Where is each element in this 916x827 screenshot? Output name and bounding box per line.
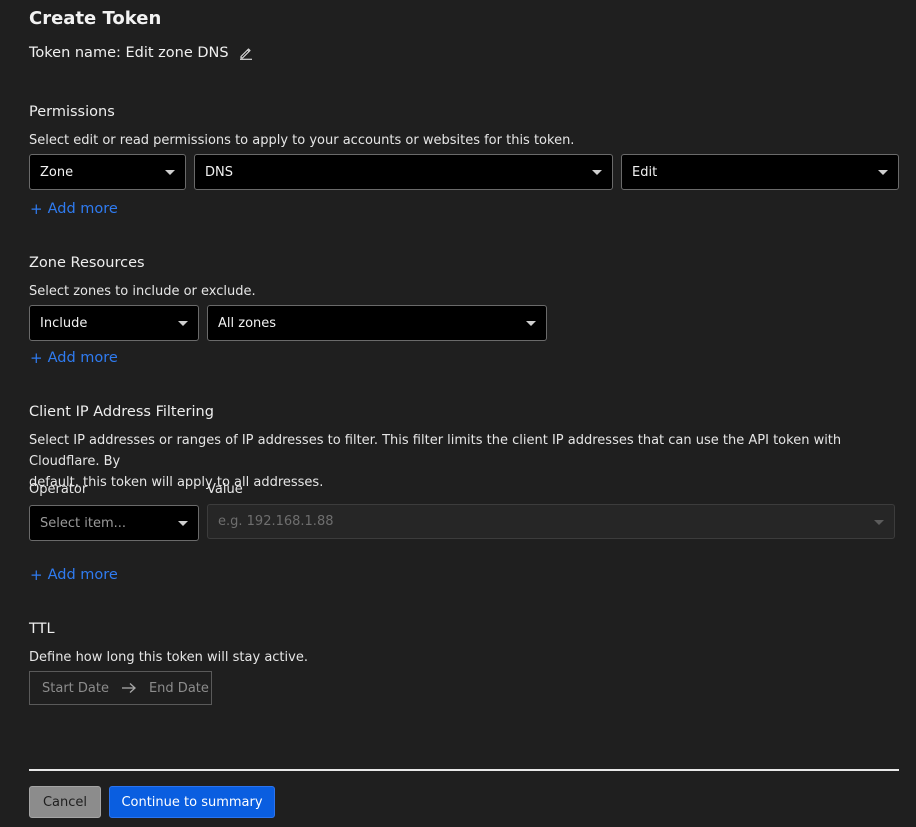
value-label: Value (207, 482, 243, 497)
ip-value-placeholder: e.g. 192.168.1.88 (218, 514, 334, 529)
caret-down-icon (874, 519, 884, 525)
caret-down-icon (878, 170, 888, 175)
ttl-description: Define how long this token will stay act… (29, 650, 308, 665)
ip-filtering-description-line-2: default, this token will apply to all ad… (29, 475, 324, 490)
operator-label: Operator (29, 482, 88, 497)
ip-filtering-description: Select IP addresses or ranges of IP addr… (29, 430, 899, 493)
zones-value: All zones (218, 315, 277, 331)
ip-filtering-add-more-link[interactable]: + Add more (30, 566, 118, 584)
add-more-label: Add more (47, 567, 118, 583)
zone-mode-value: Include (40, 315, 88, 331)
arrow-right-icon (121, 682, 137, 694)
permission-access-value: Edit (632, 164, 658, 180)
permission-scope-value: Zone (40, 164, 74, 180)
continue-to-summary-button[interactable]: Continue to summary (109, 786, 275, 818)
permission-scope-select[interactable]: Zone (29, 154, 186, 190)
ip-filtering-description-line-1: Select IP addresses or ranges of IP addr… (29, 433, 842, 469)
plus-icon: + (30, 200, 43, 218)
caret-down-icon (592, 170, 602, 175)
ip-filtering-title: Client IP Address Filtering (29, 404, 214, 420)
token-name: Token name: Edit zone DNS (29, 45, 253, 61)
zones-select[interactable]: All zones (207, 305, 547, 341)
page-title: Create Token (29, 8, 162, 29)
ip-value-select: e.g. 192.168.1.88 (207, 504, 895, 539)
permission-access-select[interactable]: Edit (621, 154, 899, 190)
plus-icon: + (30, 566, 43, 584)
operator-placeholder: Select item... (40, 515, 127, 531)
permissions-title: Permissions (29, 104, 115, 120)
zone-resources-description: Select zones to include or exclude. (29, 284, 256, 299)
footer-divider (29, 769, 899, 771)
operator-select[interactable]: Select item... (29, 505, 199, 541)
caret-down-icon (526, 321, 536, 326)
zone-mode-select[interactable]: Include (29, 305, 199, 341)
zone-resources-add-more-link[interactable]: + Add more (30, 349, 118, 367)
cancel-button[interactable]: Cancel (29, 786, 101, 818)
caret-down-icon (165, 170, 175, 175)
caret-down-icon (178, 321, 188, 326)
permissions-description: Select edit or read permissions to apply… (29, 133, 575, 148)
ttl-title: TTL (29, 621, 55, 637)
ttl-date-range-picker[interactable]: Start Date End Date (29, 671, 212, 705)
pencil-icon[interactable] (239, 46, 253, 60)
token-name-label: Token name: Edit zone DNS (29, 45, 229, 61)
add-more-label: Add more (47, 350, 118, 366)
create-token-page: Create Token Token name: Edit zone DNS P… (0, 0, 916, 827)
caret-down-icon (178, 521, 188, 526)
zone-resources-title: Zone Resources (29, 255, 145, 271)
permission-resource-value: DNS (205, 164, 233, 180)
permission-resource-select[interactable]: DNS (194, 154, 613, 190)
add-more-label: Add more (47, 201, 118, 217)
start-date-input[interactable]: Start Date (42, 681, 109, 696)
end-date-input[interactable]: End Date (149, 681, 209, 696)
permissions-add-more-link[interactable]: + Add more (30, 200, 118, 218)
plus-icon: + (30, 349, 43, 367)
